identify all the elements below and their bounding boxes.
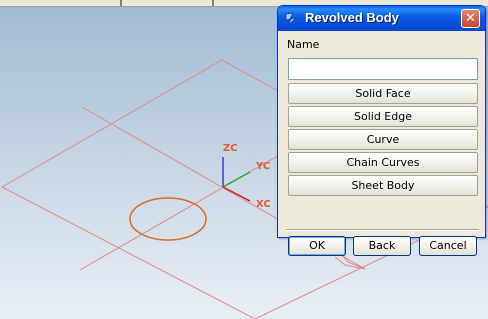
- curve-button[interactable]: Curve: [288, 129, 478, 150]
- solid-face-button[interactable]: Solid Face: [288, 83, 478, 104]
- zc-label: ZC: [223, 143, 238, 154]
- name-label: Name: [287, 38, 320, 51]
- cancel-button[interactable]: Cancel: [419, 236, 477, 256]
- title-bar[interactable]: Revolved Body ✕: [278, 6, 485, 31]
- x-axis: [222, 186, 251, 202]
- solid-edge-button[interactable]: Solid Edge: [288, 106, 478, 127]
- toolbar-divider: [212, 0, 214, 6]
- close-icon: ✕: [465, 11, 476, 26]
- ok-button[interactable]: OK: [288, 236, 346, 256]
- sheet-body-button[interactable]: Sheet Body: [288, 175, 478, 196]
- xc-label: XC: [256, 199, 271, 210]
- close-button[interactable]: ✕: [461, 9, 480, 28]
- chain-curves-button[interactable]: Chain Curves: [288, 152, 478, 173]
- y-axis: [222, 171, 251, 188]
- revolved-body-dialog: Revolved Body ✕ Name Solid Face Solid Ed…: [277, 5, 486, 256]
- back-button[interactable]: Back: [353, 236, 411, 256]
- toolbar-divider: [120, 0, 122, 6]
- footer-separator: [286, 229, 479, 231]
- yc-label: YC: [255, 161, 270, 172]
- revolve-icon: [285, 12, 298, 26]
- dialog-title: Revolved Body: [305, 10, 399, 25]
- name-input[interactable]: [288, 58, 478, 80]
